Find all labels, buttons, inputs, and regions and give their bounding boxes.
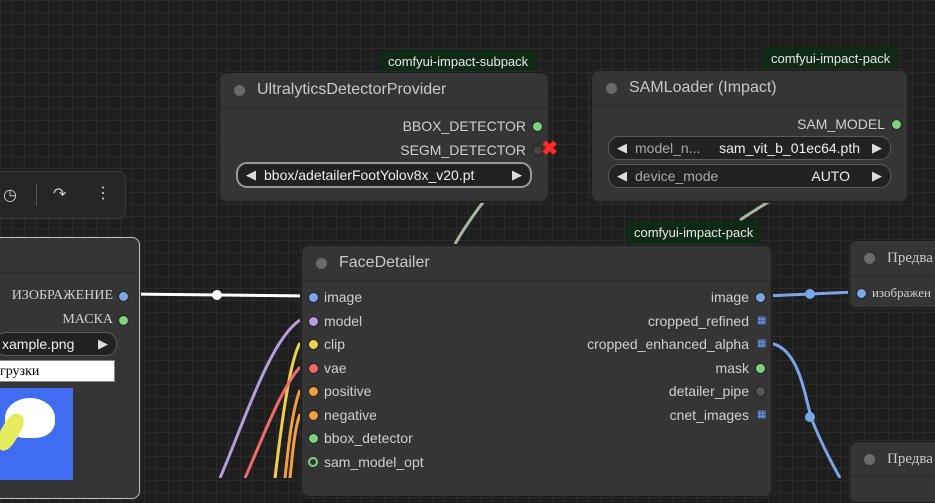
list-output-grid-icon[interactable]: ▦ [757, 316, 766, 326]
input-positive-pin[interactable] [308, 386, 319, 397]
output-cropped-enhanced-alpha-label: cropped_enhanced_alpha [587, 336, 749, 352]
input-bbox-detector-label: bbox_detector [324, 430, 413, 446]
node-title-bar[interactable]: UltralyticsDetectorProvider [220, 73, 548, 108]
input-positive-label: positive [324, 383, 372, 399]
node-title-bar[interactable]: FaceDetailer [302, 246, 771, 281]
toolbar-divider [36, 184, 37, 206]
input-model-pin[interactable] [308, 316, 319, 327]
node-title: Предва [887, 450, 933, 467]
output-image-pin[interactable] [755, 292, 766, 303]
input-sam-model-opt-pin[interactable] [308, 457, 318, 467]
node-title-bar[interactable]: SAMLoader (Impact) [592, 71, 907, 106]
chevron-left-icon[interactable]: ◀ [238, 167, 264, 183]
disconnected-x-icon: ✖ [541, 138, 558, 160]
collapse-dot-icon[interactable] [864, 252, 875, 264]
preview-image-node-bottom[interactable]: Предва [849, 441, 935, 503]
more-menu-icon[interactable]: ⋮ [95, 183, 111, 203]
model-name-combo[interactable]: ◀ bbox/adetailerFootYolov8x_v20.pt ▶ [236, 162, 532, 188]
collapse-dot-icon[interactable] [864, 453, 875, 465]
input-negative-label: negative [324, 407, 377, 423]
collapse-dot-icon[interactable] [316, 257, 327, 269]
load-image-title-bar [0, 238, 139, 273]
input-negative-pin[interactable] [308, 410, 319, 421]
output-detailer-pipe-pin[interactable] [755, 386, 766, 397]
facedetailer-node[interactable]: FaceDetailer image model clip vae positi… [301, 245, 772, 497]
output-image-pin[interactable] [118, 291, 129, 302]
input-image-pin[interactable] [308, 292, 319, 303]
input-image-label: image [324, 289, 363, 305]
input-image-label: изображен [872, 285, 931, 300]
output-image-label: ИЗОБРАЖЕНИЕ [11, 288, 113, 303]
preview-image-node-top[interactable]: Предва изображен [849, 240, 935, 308]
output-detailer-pipe-label: detailer_pipe [668, 383, 749, 399]
collapse-dot-icon[interactable] [234, 84, 245, 96]
input-image-pin[interactable] [856, 288, 867, 299]
redo-icon[interactable]: ↷ [53, 184, 66, 204]
output-mask-label: МАСКА [62, 312, 113, 327]
pack-badge-mid: comfyui-impact-pack [626, 221, 762, 244]
pack-badge-top: comfyui-impact-pack [763, 47, 899, 70]
chevron-right-icon[interactable]: ▶ [504, 167, 530, 183]
samloader-node[interactable]: SAMLoader (Impact) SAM_MODEL ◀ model_n..… [591, 70, 908, 202]
image-file-combo[interactable]: xample.png ▶ [0, 332, 117, 356]
chevron-left-icon[interactable]: ◀ [609, 140, 635, 156]
wire-alpha-dot [805, 412, 815, 422]
list-output-grid-icon[interactable]: ▦ [757, 339, 766, 349]
collapse-dot-icon[interactable] [606, 82, 617, 94]
input-vae-label: vae [324, 360, 347, 376]
output-segm-label: SEGM_DETECTOR [400, 142, 526, 158]
chevron-right-icon[interactable]: ▶ [864, 140, 890, 156]
output-bbox-pin[interactable] [532, 121, 543, 132]
chevron-right-icon[interactable]: ▶ [864, 168, 890, 184]
node-title: Предва [887, 249, 933, 266]
input-clip-pin[interactable] [308, 339, 319, 350]
output-mask-pin[interactable] [755, 363, 766, 374]
image-preview [0, 388, 73, 480]
wire-reroute-dot [212, 290, 222, 300]
node-title-bar[interactable]: Предва [850, 442, 935, 477]
load-image-node[interactable]: ИЗОБРАЖЕНИЕ МАСКА xample.png ▶ грузки [0, 237, 140, 499]
node-title: FaceDetailer [339, 254, 430, 271]
subpack-badge: comfyui-impact-subpack [380, 50, 537, 73]
chevron-left-icon[interactable]: ◀ [609, 168, 635, 184]
output-mask-label: mask [715, 360, 749, 376]
input-vae-pin[interactable] [308, 363, 319, 374]
device-mode-combo[interactable]: ◀ device_mode AUTO ▶ [608, 164, 891, 188]
wire-alpha-out [767, 341, 842, 478]
input-clip-label: clip [324, 336, 346, 352]
output-sam-model-pin[interactable] [891, 119, 902, 130]
output-mask-pin[interactable] [118, 315, 129, 326]
output-cnet-images-label: cnet_images [669, 407, 749, 423]
upload-button[interactable]: грузки [0, 360, 115, 382]
wire-image-out-dot [805, 289, 815, 299]
input-model-label: model [324, 313, 363, 329]
ultralytics-detector-node[interactable]: UltralyticsDetectorProvider BBOX_DETECTO… [219, 72, 558, 202]
output-cropped-refined-label: cropped_refined [647, 313, 749, 329]
input-sam-model-opt-label: sam_model_opt [324, 454, 424, 470]
node-title: UltralyticsDetectorProvider [257, 81, 447, 98]
bypass-icon[interactable]: ◷ [3, 185, 17, 205]
node-toolbar: ◷ ↷ ⋮ [0, 171, 126, 219]
output-sam-model-label: SAM_MODEL [797, 116, 885, 132]
node-title-bar[interactable]: Предва [850, 241, 935, 276]
input-bbox-detector-pin[interactable] [308, 433, 319, 444]
node-title: SAMLoader (Impact) [629, 79, 777, 96]
chevron-right-icon[interactable]: ▶ [90, 336, 116, 352]
output-bbox-label: BBOX_DETECTOR [402, 118, 526, 134]
output-image-label: image [710, 289, 749, 305]
list-output-grid-icon[interactable]: ▦ [757, 410, 766, 420]
model-name-combo[interactable]: ◀ model_n... sam_vit_b_01ec64.pth ▶ [608, 136, 891, 160]
